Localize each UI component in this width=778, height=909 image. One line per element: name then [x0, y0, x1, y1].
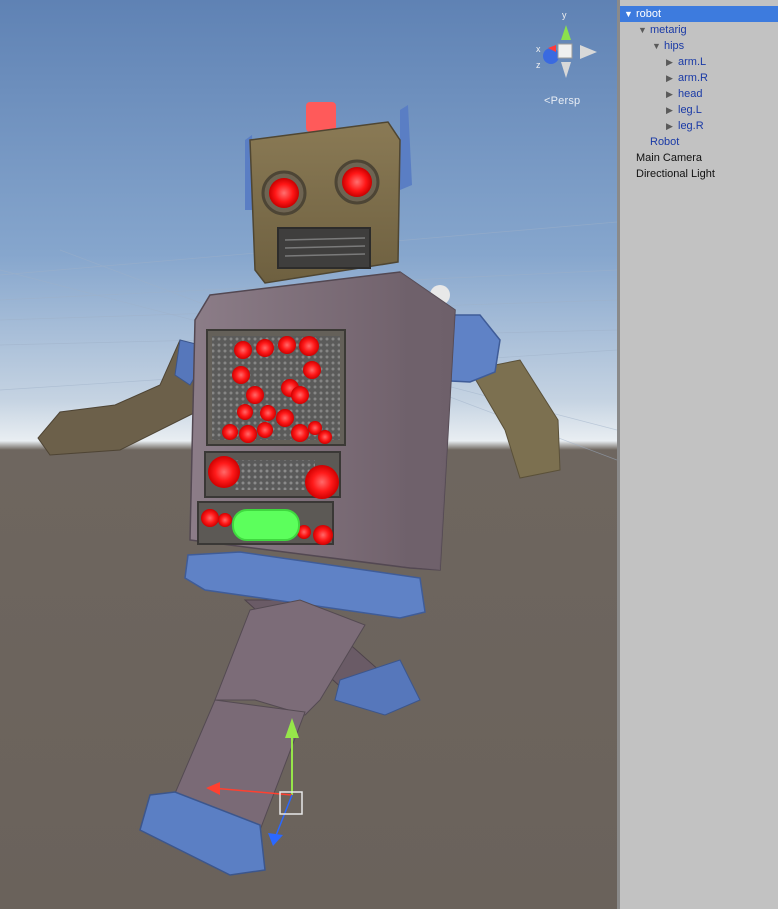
orientation-gizmo[interactable]: y x z [536, 10, 597, 78]
hierarchy-item-label: Directional Light [636, 168, 715, 180]
hierarchy-item[interactable]: Robot [620, 134, 778, 150]
projection-toggle[interactable]: <Persp [544, 95, 580, 107]
robot-head [245, 102, 412, 284]
hierarchy-item[interactable]: ▼ metarig [620, 22, 778, 38]
hierarchy-item-label: leg.R [678, 120, 704, 132]
hierarchy-item[interactable]: ▶ head [620, 86, 778, 102]
hierarchy-item[interactable]: Directional Light [620, 166, 778, 182]
hierarchy-item[interactable]: ▶ arm.R [620, 70, 778, 86]
robot-green-bar [232, 509, 300, 541]
hierarchy-item[interactable]: ▼ hips [620, 38, 778, 54]
scene-view[interactable]: y x z <Persp [0, 0, 617, 909]
scene-canvas[interactable]: y x z [0, 0, 617, 909]
hierarchy-item[interactable]: ▶ leg.L [620, 102, 778, 118]
hierarchy-item[interactable]: ▶ leg.R [620, 118, 778, 134]
hierarchy-item-label: robot [636, 8, 662, 20]
hierarchy-item-label: hips [664, 40, 685, 52]
foldout-collapsed-icon[interactable]: ▶ [666, 70, 676, 86]
gizmo-y-label: y [562, 10, 567, 20]
hierarchy-item[interactable]: ▼ robot [620, 6, 778, 22]
robot-leg-front [139, 599, 366, 876]
hierarchy-panel: ▼ robot ▼ metarig ▼ hips ▶ arm.L ▶ arm.R ▶ head ▶ leg… [620, 0, 778, 909]
unity-editor: y x z <Persp ▼ robot ▼ metarig ▼ hips ▶ arm.L ▶ a… [0, 0, 778, 909]
foldout-expanded-icon[interactable]: ▼ [638, 22, 648, 38]
hierarchy-item-label: head [678, 88, 703, 100]
robot-arm-left [37, 339, 206, 456]
foldout-expanded-icon[interactable]: ▼ [652, 38, 662, 54]
hierarchy-item[interactable]: ▶ arm.L [620, 54, 778, 70]
foldout-expanded-icon[interactable]: ▼ [624, 6, 634, 22]
foldout-collapsed-icon[interactable]: ▶ [666, 102, 676, 118]
gizmo-z-label: z [536, 60, 541, 70]
hierarchy-item-label: arm.R [678, 72, 708, 84]
foldout-collapsed-icon[interactable]: ▶ [666, 86, 676, 102]
hierarchy-item-label: leg.L [678, 104, 702, 116]
foldout-collapsed-icon[interactable]: ▶ [666, 118, 676, 134]
hierarchy-item-label: Robot [650, 136, 680, 148]
foldout-collapsed-icon[interactable]: ▶ [666, 54, 676, 70]
gizmo-x-label: x [536, 44, 541, 54]
hierarchy-item-label: metarig [650, 24, 687, 36]
hierarchy-item-label: Main Camera [636, 152, 703, 164]
hierarchy-item[interactable]: Main Camera [620, 150, 778, 166]
hierarchy-item-label: arm.L [678, 56, 707, 68]
